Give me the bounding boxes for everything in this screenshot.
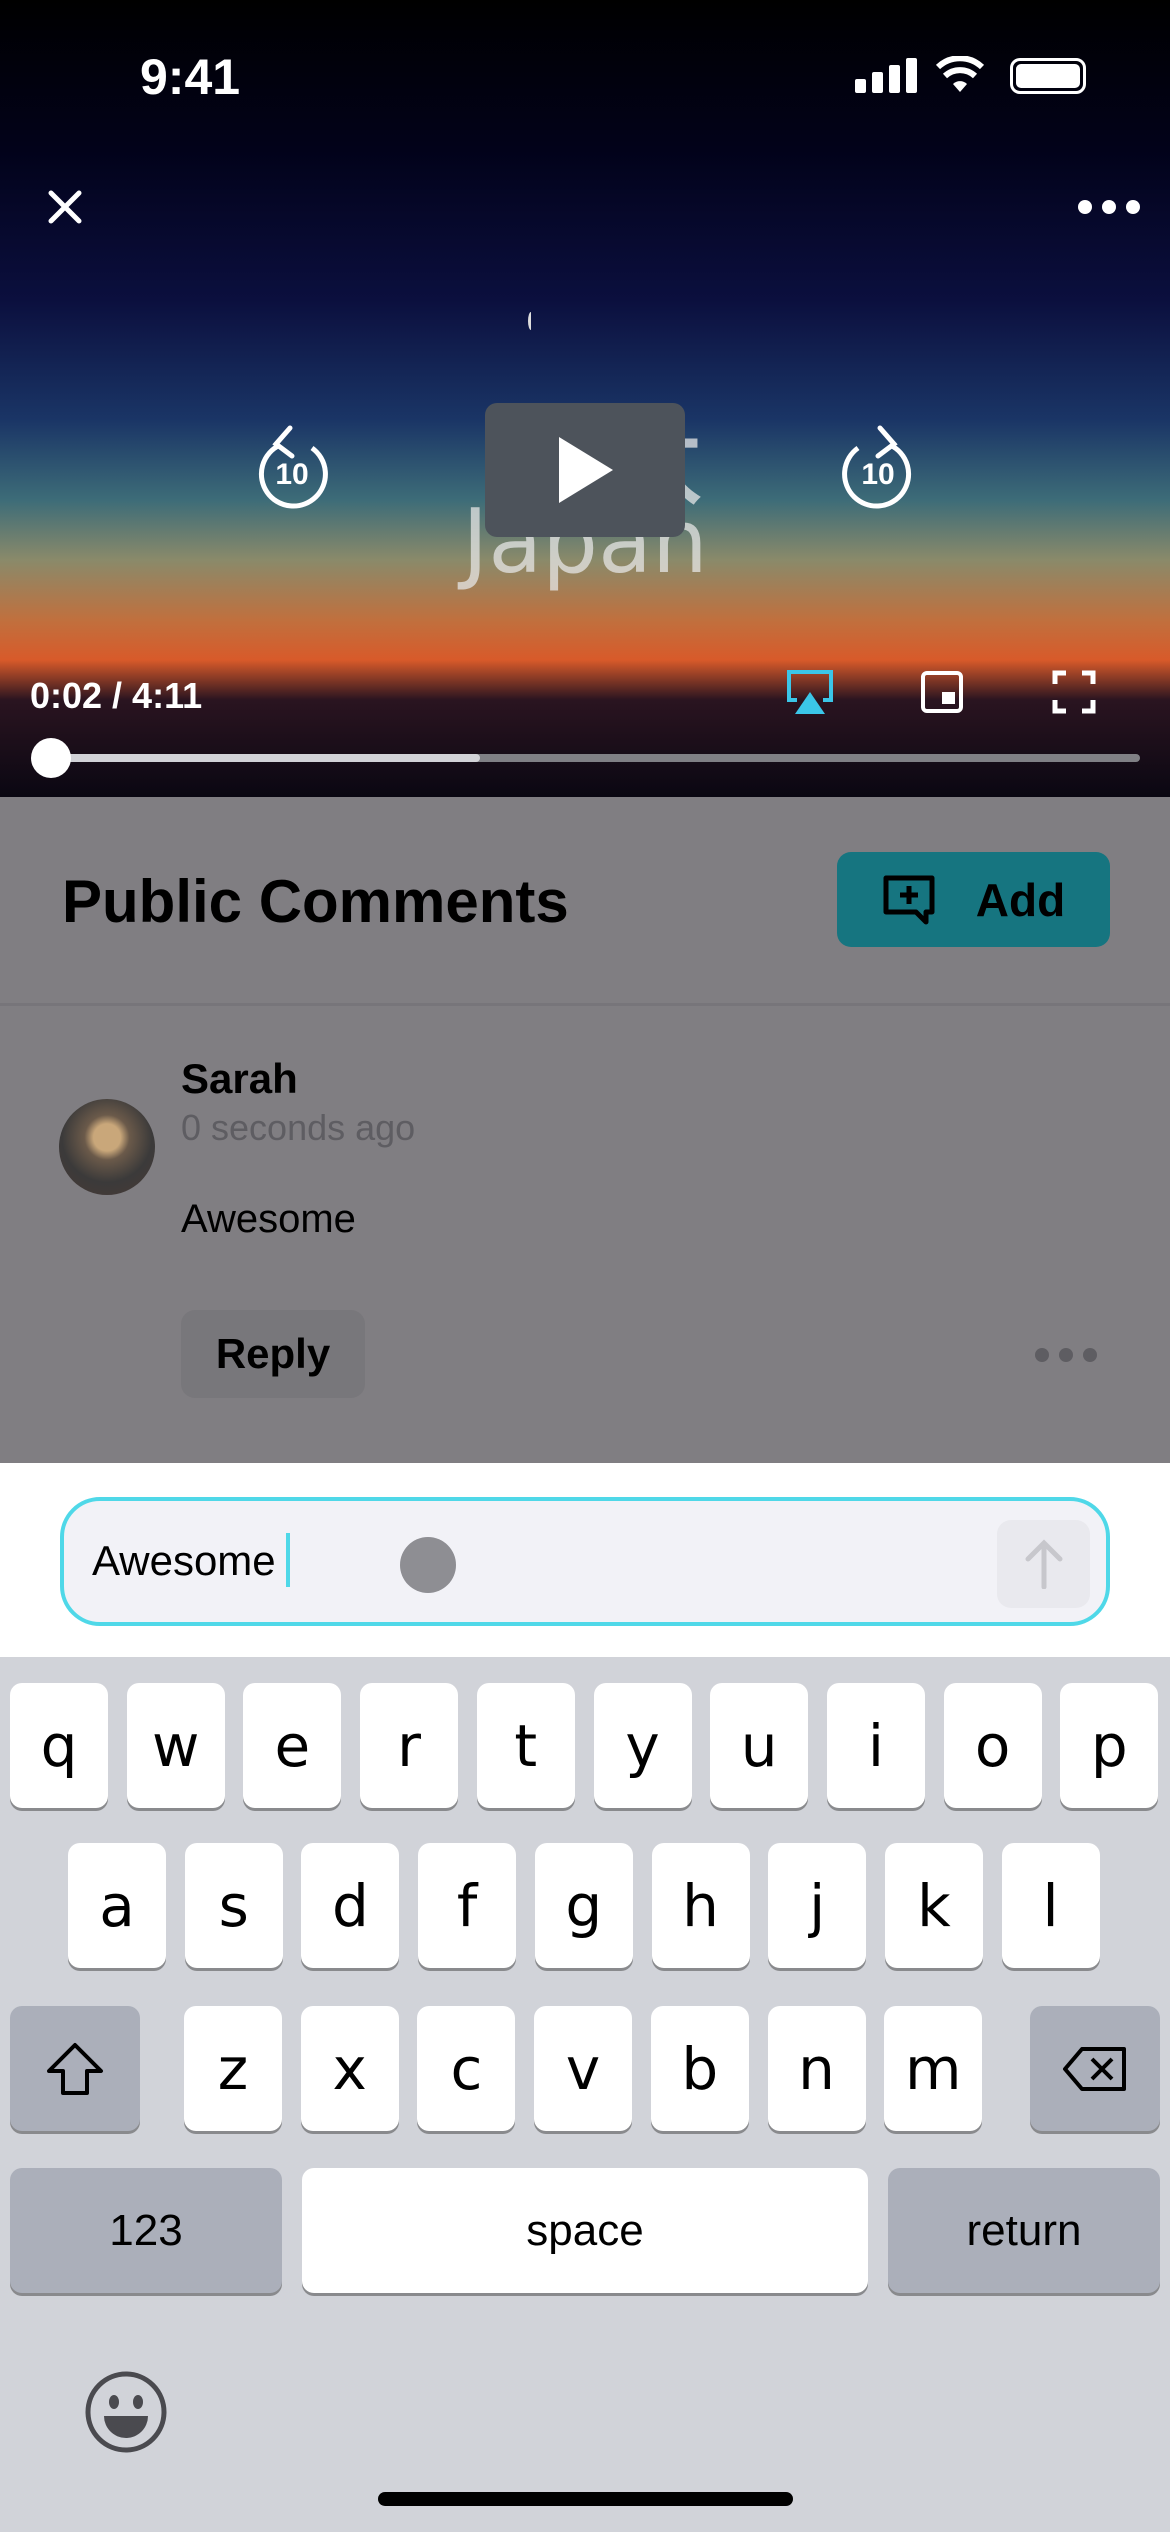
add-comment-icon [883,875,935,924]
numbers-key[interactable]: 123 [10,2168,282,2293]
emoji-icon[interactable] [84,2370,168,2454]
key-p[interactable]: p [1060,1683,1159,1808]
key-o[interactable]: o [943,1683,1042,1808]
shift-icon [47,2042,103,2095]
space-key[interactable]: space [302,2168,868,2293]
text-cursor [286,1533,290,1587]
skip-back-seconds: 10 [275,458,309,491]
comment-input[interactable]: Awesome [60,1497,1110,1626]
comment-time: 0 seconds ago [181,1107,416,1148]
comment-input-value: Awesome [92,1537,276,1584]
key-i[interactable]: i [826,1683,925,1808]
key-a[interactable]: a [68,1843,166,1968]
time-display: 0:02 / 4:11 [30,675,203,716]
key-u[interactable]: u [710,1683,809,1808]
comments-panel: Public Comments Add Sarah 0 seconds ago … [0,797,1170,1463]
key-y[interactable]: y [593,1683,692,1808]
divider [0,1003,1170,1006]
key-h[interactable]: h [651,1843,750,1968]
buffered-bar [40,754,480,762]
cellular-signal-icon [855,58,917,93]
key-w[interactable]: w [126,1683,225,1808]
return-key[interactable]: return [888,2168,1160,2293]
airplay-icon[interactable] [785,668,835,716]
cursor-drag-handle[interactable] [400,1537,456,1593]
key-z[interactable]: z [184,2006,282,2131]
key-t[interactable]: t [476,1683,575,1808]
skip-forward-button[interactable]: 10 [836,420,920,520]
key-j[interactable]: j [768,1843,867,1968]
key-c[interactable]: c [417,2006,516,2131]
battery-icon [1010,58,1086,94]
skip-forward-seconds: 10 [861,458,895,491]
backspace-key[interactable] [1030,2006,1160,2131]
key-n[interactable]: n [767,2006,866,2131]
composer-bar: Awesome [0,1463,1170,1657]
key-g[interactable]: g [534,1843,633,1968]
key-k[interactable]: k [884,1843,983,1968]
key-l[interactable]: l [1001,1843,1100,1968]
comment-more-icon[interactable] [1035,1348,1097,1362]
key-b[interactable]: b [650,2006,749,2131]
scrubber-thumb[interactable] [30,738,71,778]
avatar[interactable] [59,1099,155,1195]
key-m[interactable]: m [884,2006,983,2131]
skip-back-button[interactable]: 10 [250,420,334,520]
key-x[interactable]: x [300,2006,399,2131]
key-s[interactable]: s [184,1843,283,1968]
send-button[interactable] [997,1520,1090,1608]
key-r[interactable]: r [360,1683,459,1808]
key-f[interactable]: f [418,1843,517,1968]
play-button[interactable] [485,403,685,537]
comment-text: Awesome [181,1197,356,1241]
status-time: 9:41 [140,49,241,105]
comment-author[interactable]: Sarah [181,1055,298,1103]
arrow-up-icon [1025,1539,1062,1589]
video-player[interactable]: 9:41 日本 Japan 10 10 0:02 / 4:11 [0,0,1170,797]
close-icon[interactable] [47,189,83,225]
moon-art [528,312,534,330]
add-comment-button[interactable]: Add [837,852,1110,947]
keyboard: 123 space return qwertyuiop asdfghjkl zxcv… [0,1657,1170,2532]
key-d[interactable]: d [301,1843,400,1968]
home-indicator [378,2492,793,2506]
picture-in-picture-icon[interactable] [920,670,964,714]
fullscreen-icon[interactable] [1052,670,1096,714]
key-e[interactable]: e [243,1683,342,1808]
add-label: Add [975,873,1066,926]
more-options-icon[interactable] [1078,200,1140,214]
reply-button[interactable]: Reply [181,1310,365,1398]
backspace-icon [1063,2046,1126,2091]
wifi-icon [935,56,985,92]
comments-header: Public Comments [62,868,569,935]
key-v[interactable]: v [534,2006,633,2131]
shift-key[interactable] [10,2006,140,2131]
play-icon [559,437,613,503]
key-q[interactable]: q [10,1683,108,1808]
progress-track[interactable] [40,754,1140,762]
